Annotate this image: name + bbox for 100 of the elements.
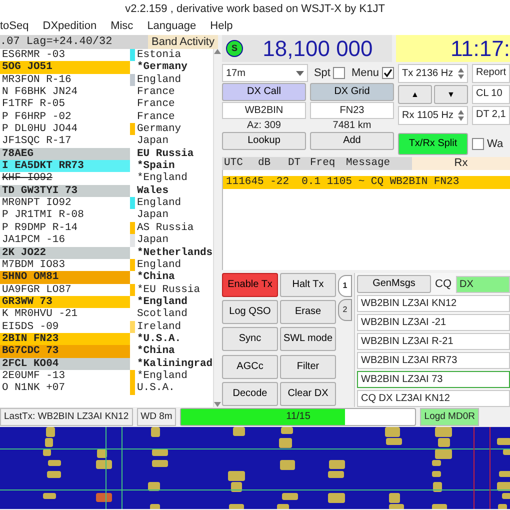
- column-header: DT: [288, 157, 302, 170]
- clock-display: 11:17:: [396, 35, 510, 62]
- spinner-arrows-icon[interactable]: [458, 68, 464, 79]
- country-text: *England: [136, 370, 188, 382]
- grid-field[interactable]: FN23: [310, 102, 394, 119]
- message-text[interactable]: 2FCL KO04: [0, 358, 130, 370]
- lookup-button[interactable]: Lookup: [222, 132, 306, 150]
- message-text[interactable]: 5HNO OM81: [0, 271, 130, 284]
- message-field[interactable]: WB2BIN LZ3AI KN12: [357, 295, 510, 312]
- message-text[interactable]: 2BIN FN23: [0, 332, 130, 346]
- country-text: *England: [136, 296, 188, 308]
- menu-item[interactable]: DXpedition: [42, 18, 97, 35]
- menu-item[interactable]: Help: [210, 18, 233, 35]
- country-text: Japan: [136, 234, 169, 246]
- message-field[interactable]: WB2BIN LZ3AI 73: [357, 371, 510, 388]
- country-text: Scotland: [136, 308, 188, 321]
- country-text: EU Russia: [136, 148, 194, 160]
- scroll-bar[interactable]: [212, 49, 221, 407]
- message-text[interactable]: 78AEG: [0, 148, 130, 160]
- country-text: Japan: [136, 135, 169, 148]
- country-text: Estonia: [136, 49, 182, 61]
- country-text: England: [136, 74, 182, 86]
- message-text[interactable]: I EA5DKT RR73: [0, 160, 130, 172]
- country-text: England: [136, 197, 182, 210]
- action-button[interactable]: Erase: [280, 300, 336, 324]
- progress-text: 11/15: [285, 410, 312, 424]
- message-text[interactable]: TD GW3TYI 73: [0, 184, 130, 198]
- checkbox-label: Menu: [351, 66, 379, 81]
- country-text: *China: [136, 271, 175, 284]
- country-text: Japan: [136, 209, 169, 222]
- rx-frequency-spinner[interactable]: Rx 1105 Hz: [398, 106, 468, 125]
- report-field[interactable]: Report: [472, 64, 510, 83]
- country-text: Ireland: [136, 320, 182, 333]
- action-button[interactable]: Halt Tx: [280, 273, 336, 297]
- message-field[interactable]: WB2BIN LZ3AI RR73: [357, 352, 510, 369]
- spinner-arrows-icon[interactable]: [458, 110, 464, 121]
- message-field[interactable]: CQ DX LZ3AI KN12: [357, 390, 510, 407]
- column-header: Freq: [310, 157, 336, 170]
- menu-item[interactable]: Language: [147, 18, 196, 35]
- down-button[interactable]: ▼: [434, 85, 468, 104]
- tx-frequency-spinner[interactable]: Tx 2136 Hz: [398, 64, 468, 83]
- checkbox[interactable]: [472, 138, 484, 150]
- menu-item[interactable]: toSeq: [0, 18, 29, 35]
- country-text: France: [136, 98, 175, 111]
- band-combo[interactable]: 17m: [222, 64, 308, 82]
- panel-title: Rx: [412, 157, 510, 170]
- caret-icon: [296, 70, 304, 76]
- dx-call-button[interactable]: DX Call: [222, 83, 306, 101]
- column-header: Message: [346, 157, 392, 170]
- scroll-up-icon[interactable]: [214, 49, 221, 54]
- checkbox-label: Spt: [314, 66, 330, 81]
- country-text: England: [136, 258, 182, 271]
- country-text: AS Russia: [136, 222, 194, 234]
- action-button[interactable]: Decode: [222, 382, 278, 406]
- cq-label: CQ: [435, 276, 452, 292]
- message-text[interactable]: GR3WW 73: [0, 296, 130, 308]
- country-text: *Kaliningrad: [136, 358, 213, 370]
- action-button[interactable]: AGCc: [222, 354, 278, 379]
- checkbox[interactable]: [333, 67, 346, 79]
- cl-field[interactable]: CL 10: [472, 85, 510, 104]
- action-button[interactable]: Filter: [280, 354, 336, 379]
- tab[interactable]: 1: [338, 275, 352, 297]
- action-button[interactable]: Clear DX: [280, 382, 336, 406]
- action-button[interactable]: Log QSO: [222, 300, 278, 324]
- message-field[interactable]: WB2BIN LZ3AI -21: [357, 314, 510, 331]
- action-button[interactable]: SWL mode: [280, 327, 336, 352]
- dx-grid-button[interactable]: DX Grid: [310, 83, 394, 101]
- dt-field[interactable]: DT 2,1: [472, 106, 510, 125]
- country-text: France: [136, 86, 175, 98]
- checkbox-label: Wa: [486, 136, 504, 152]
- country-text: *Germany: [136, 61, 188, 74]
- country-text: Germany: [136, 123, 182, 136]
- cq-field[interactable]: DX: [456, 276, 510, 292]
- action-button[interactable]: Sync: [222, 327, 278, 352]
- tab[interactable]: 2: [338, 299, 352, 321]
- message-text[interactable]: 5OG JO51: [0, 61, 130, 74]
- country-text: *Spain: [136, 160, 175, 172]
- up-button[interactable]: ▲: [398, 85, 432, 104]
- enable-tx-button[interactable]: Enable Tx: [222, 273, 278, 297]
- azimuth-text: Az: 309: [246, 120, 282, 131]
- status-indicator[interactable]: S: [226, 40, 243, 57]
- message-text[interactable]: 2K JO22: [0, 246, 130, 259]
- split-button[interactable]: Tx/Rx Split: [398, 133, 468, 155]
- country-text: France: [136, 110, 175, 124]
- panel-title: Band Activity: [148, 35, 218, 49]
- watchdog-text: WD 8m: [136, 408, 176, 426]
- callsign-field[interactable]: WB2BIN: [222, 102, 306, 119]
- message-field[interactable]: WB2BIN LZ3AI R-21: [357, 333, 510, 350]
- checkbox[interactable]: [382, 67, 394, 79]
- country-text: *England: [136, 172, 188, 185]
- column-header: UTC: [224, 157, 244, 170]
- message-text[interactable]: BG7CDC 73: [0, 345, 130, 358]
- status-text: .07 Lag=+24.40/32: [0, 35, 148, 49]
- menu-item[interactable]: Misc: [110, 18, 134, 35]
- last-tx-text: LastTx: WB2BIN LZ3AI KN12: [0, 408, 133, 426]
- generate-button[interactable]: GenMsgs: [357, 275, 431, 293]
- country-text: Wales: [136, 184, 169, 197]
- add-button[interactable]: Add: [310, 132, 394, 150]
- country-text: *China: [136, 345, 175, 358]
- frequency-display: 18,100 000: [262, 35, 374, 63]
